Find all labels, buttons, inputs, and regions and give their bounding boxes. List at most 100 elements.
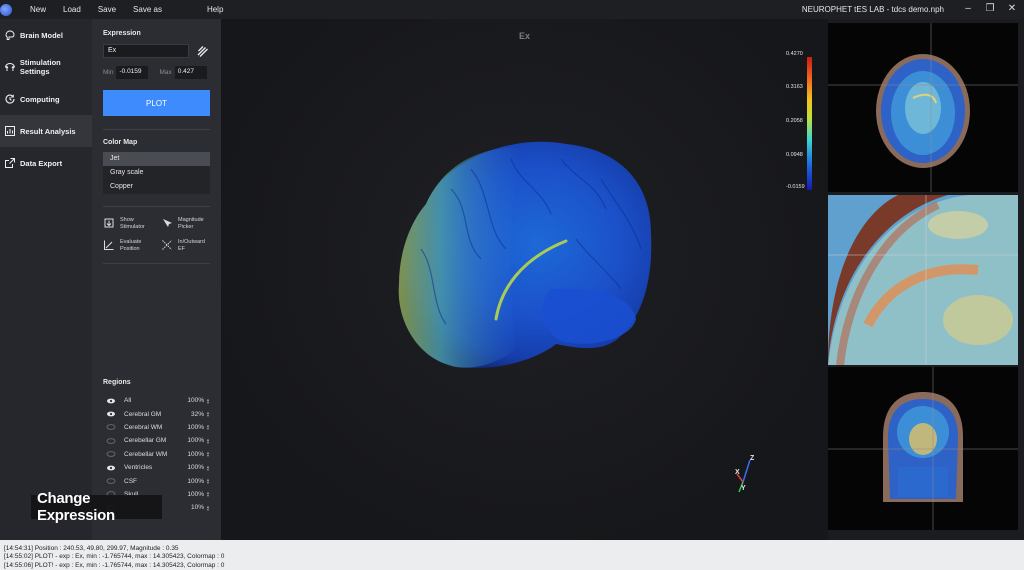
region-name: Cerebellar WM [124, 450, 168, 458]
region-row: Cerebellar WM 100% ▲ ▼ [103, 448, 210, 461]
eye-hidden-icon[interactable] [106, 451, 116, 458]
colorbar [807, 57, 812, 190]
nav-result-analysis[interactable]: Result Analysis [0, 115, 92, 147]
regions-title: Regions [103, 379, 131, 386]
spinner-icon[interactable]: ▲ ▼ [206, 464, 210, 471]
nav-data-export[interactable]: Data Export [0, 147, 92, 179]
eye-hidden-icon[interactable] [106, 478, 116, 484]
axis-label: Y [741, 485, 746, 492]
colorbar-tick: 0.0948 [786, 152, 803, 158]
tool-label: In/Outward EF [178, 239, 205, 252]
eye-icon[interactable] [106, 398, 116, 404]
region-opacity[interactable]: 100% [182, 437, 204, 444]
region-opacity[interactable]: 32% [182, 411, 204, 418]
divider [103, 129, 210, 130]
region-row: Ventricles 100% ▲ ▼ [103, 461, 210, 474]
region-opacity[interactable]: 100% [182, 491, 204, 498]
menu-new[interactable]: New [30, 5, 46, 14]
window-title: NEUROPHET tES LAB - tdcs demo.nph [801, 5, 944, 14]
axis-label: Z [750, 455, 755, 462]
spinner-icon[interactable]: ▲ ▼ [206, 397, 210, 404]
max-input[interactable]: 0.427 [174, 66, 207, 79]
window-controls: – ❐ ✕ [962, 3, 1018, 15]
axial-slice-view[interactable] [828, 23, 1018, 192]
region-opacity[interactable]: 100% [182, 424, 204, 431]
spinner-icon[interactable]: ▲ ▼ [206, 504, 210, 511]
menu-save[interactable]: Save [98, 5, 116, 14]
menu-help[interactable]: Help [207, 5, 223, 14]
tool-label: Evaluate Position [120, 239, 142, 252]
coronal-slice-view[interactable] [828, 367, 1018, 530]
region-opacity[interactable]: 100% [182, 451, 204, 458]
brain-icon [5, 30, 15, 40]
plot-button[interactable]: PLOT [103, 90, 210, 116]
spinner-icon[interactable]: ▲ ▼ [206, 424, 210, 431]
result-analysis-icon [5, 126, 15, 136]
divider [103, 263, 210, 264]
expression-input[interactable]: Ex [103, 44, 189, 58]
axial-slice-image [828, 23, 1018, 192]
app-logo-icon [0, 3, 12, 16]
colormap-item-copper[interactable]: Copper [103, 180, 210, 194]
spinner-icon[interactable]: ▲ ▼ [206, 491, 210, 498]
evaluate-position-icon [104, 240, 114, 250]
orientation-axes-icon: Z X Y [735, 455, 755, 493]
menu-save-as[interactable]: Save as [133, 5, 162, 14]
spinner-icon[interactable]: ▲ ▼ [206, 478, 210, 485]
eye-icon[interactable] [106, 465, 116, 471]
3d-viewport[interactable]: Ex 0.4270 0.3163 0.2058 0.0948 -0.0159 Z… [221, 19, 828, 540]
colorbar-tick: 0.3163 [786, 84, 803, 90]
eye-hidden-icon[interactable] [106, 437, 116, 444]
show-stimulator-icon [104, 218, 114, 228]
control-panel: Expression Ex Min -0.0159 Max 0.427 PLOT… [92, 19, 221, 540]
eye-hidden-icon[interactable] [106, 424, 116, 431]
spinner-icon[interactable]: ▲ ▼ [206, 451, 210, 458]
nav-computing[interactable]: Computing [0, 83, 92, 115]
min-label: Min [103, 69, 114, 76]
nav-label: Result Analysis [20, 126, 76, 136]
stimulation-icon [4, 63, 15, 71]
menu-load[interactable]: Load [63, 5, 81, 14]
region-name: Ventricles [124, 464, 153, 472]
axis-label: X [735, 469, 740, 476]
magnitude-picker-button[interactable]: Magnitude Picker [161, 217, 211, 230]
region-row: All 100% ▲ ▼ [103, 394, 210, 407]
magnitude-picker-icon [163, 219, 172, 227]
nav-stimulation-settings[interactable]: Stimulation Settings [0, 51, 92, 83]
colormap-item-jet[interactable]: Jet [103, 152, 210, 166]
show-stimulator-button[interactable]: Show Stimulator [103, 217, 157, 230]
expression-title: Expression [103, 30, 141, 37]
spinner-icon[interactable]: ▲ ▼ [206, 437, 210, 444]
region-name: Cerebellar GM [124, 437, 167, 445]
minimize-icon[interactable]: – [962, 3, 974, 15]
close-icon[interactable]: ✕ [1006, 3, 1018, 15]
restore-icon[interactable]: ❐ [984, 3, 996, 15]
nav-brain-model[interactable]: Brain Model [0, 19, 92, 51]
eye-icon[interactable] [106, 411, 116, 417]
region-row: Cerebral WM 100% ▲ ▼ [103, 421, 210, 434]
region-opacity[interactable]: 100% [182, 464, 204, 471]
region-row: Cerebral GM 32% ▲ ▼ [103, 407, 210, 420]
evaluate-position-button[interactable]: Evaluate Position [103, 239, 157, 252]
inoutward-ef-icon [162, 240, 172, 250]
spinner-icon[interactable]: ▲ ▼ [206, 411, 210, 418]
region-name: All [124, 397, 132, 405]
log-console: [14:54:31] Position : 240.53, 49.80, 299… [0, 540, 1024, 570]
region-row: Cerebellar GM 100% ▲ ▼ [103, 434, 210, 447]
nav-label: Stimulation Settings [19, 58, 61, 76]
min-input[interactable]: -0.0159 [116, 66, 149, 79]
region-opacity[interactable]: 10% [182, 504, 204, 511]
sagittal-slice-image [828, 195, 1018, 365]
colorbar-tick: 0.4270 [786, 51, 803, 57]
colormap-item-grayscale[interactable]: Gray scale [103, 166, 210, 180]
sagittal-slice-view[interactable] [828, 195, 1018, 365]
expression-edit-icon[interactable] [196, 44, 209, 58]
inoutward-ef-button[interactable]: In/Outward EF [161, 239, 211, 252]
tutorial-caption: Change Expression [31, 490, 162, 524]
region-opacity[interactable]: 100% [182, 478, 204, 485]
divider [103, 206, 210, 207]
region-opacity[interactable]: 100% [182, 397, 204, 404]
colormap-list: Jet Gray scale Copper [103, 152, 210, 194]
computing-icon [5, 94, 15, 104]
range-row: Min -0.0159 Max 0.427 [103, 66, 207, 79]
